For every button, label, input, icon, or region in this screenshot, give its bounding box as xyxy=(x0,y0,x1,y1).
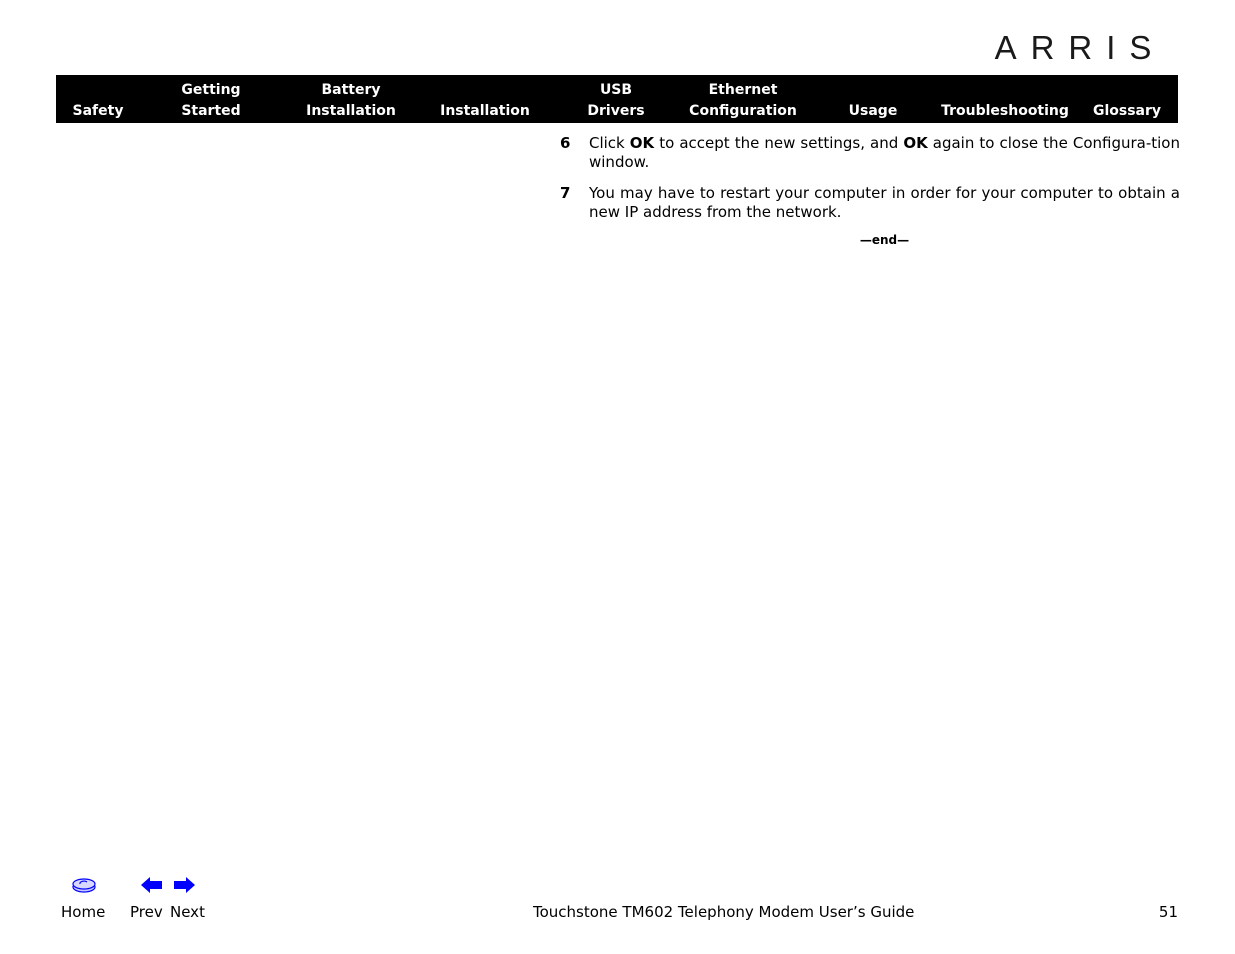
nav-label-line2: Started xyxy=(181,103,241,119)
nav-usage[interactable]: Usage xyxy=(838,75,908,123)
nav-battery-installation[interactable]: Battery Installation xyxy=(296,75,406,123)
nav-label-line1: Battery xyxy=(321,82,381,98)
home-button-icon-wrap[interactable] xyxy=(72,876,96,898)
step-number: 7 xyxy=(560,184,571,202)
step-number: 6 xyxy=(560,134,571,152)
step-text: Click OK to accept the new settings, and… xyxy=(589,134,1180,171)
nav-label-line2: Installation xyxy=(306,103,396,119)
home-disc-icon[interactable] xyxy=(72,876,96,894)
step-6: 6 Click OK to accept the new settings, a… xyxy=(560,134,1180,172)
nav-glossary[interactable]: Glossary xyxy=(1088,75,1166,123)
nav-getting-started[interactable]: Getting Started xyxy=(171,75,251,123)
nav-label-line1: Getting xyxy=(181,82,241,98)
text-run: to accept the new settings, and xyxy=(654,134,904,152)
nav-label-line2: Safety xyxy=(72,103,124,119)
nav-safety[interactable]: Safety xyxy=(64,75,132,123)
next-button-icon-wrap[interactable] xyxy=(174,876,196,898)
ok-emphasis: OK xyxy=(629,134,655,152)
arris-logo-icon: ARRIS xyxy=(995,30,1166,64)
prev-link[interactable]: Prev xyxy=(130,903,163,921)
prev-button-icon-wrap[interactable] xyxy=(141,876,163,898)
nav-troubleshooting[interactable]: Troubleshooting xyxy=(936,75,1074,123)
nav-label-line2: Troubleshooting xyxy=(941,103,1069,119)
nav-label-line1: Ethernet xyxy=(708,82,778,98)
svg-text:ARRIS: ARRIS xyxy=(995,30,1166,64)
next-link[interactable]: Next xyxy=(170,903,205,921)
nav-label-line2: Configuration xyxy=(689,103,797,119)
arris-logo: ARRIS xyxy=(980,30,1180,64)
nav-label-line2: Installation xyxy=(440,103,530,119)
page-number: 51 xyxy=(1158,903,1178,921)
step-text: You may have to restart your computer in… xyxy=(589,184,1180,221)
nav-installation[interactable]: Installation xyxy=(430,75,540,123)
main-content: 6 Click OK to accept the new settings, a… xyxy=(560,134,1180,250)
nav-ethernet-configuration[interactable]: Ethernet Configuration xyxy=(682,75,804,123)
document-title: Touchstone TM602 Telephony Modem User’s … xyxy=(533,903,915,921)
nav-label-line2: Drivers xyxy=(587,103,645,119)
end-marker: —end— xyxy=(859,233,910,247)
left-arrow-icon[interactable] xyxy=(141,876,163,894)
step-7: 7 You may have to restart your computer … xyxy=(560,184,1180,222)
right-arrow-icon[interactable] xyxy=(174,876,196,894)
text-run: Click xyxy=(589,134,630,152)
nav-label-line2: Glossary xyxy=(1092,103,1162,119)
nav-label-line2: Usage xyxy=(848,103,898,119)
nav-usb-drivers[interactable]: USB Drivers xyxy=(576,75,656,123)
ok-emphasis: OK xyxy=(903,134,928,152)
home-link[interactable]: Home xyxy=(61,903,105,921)
nav-bar: Safety Getting Started Battery Installat… xyxy=(56,75,1178,123)
nav-label-line1: USB xyxy=(599,82,633,98)
